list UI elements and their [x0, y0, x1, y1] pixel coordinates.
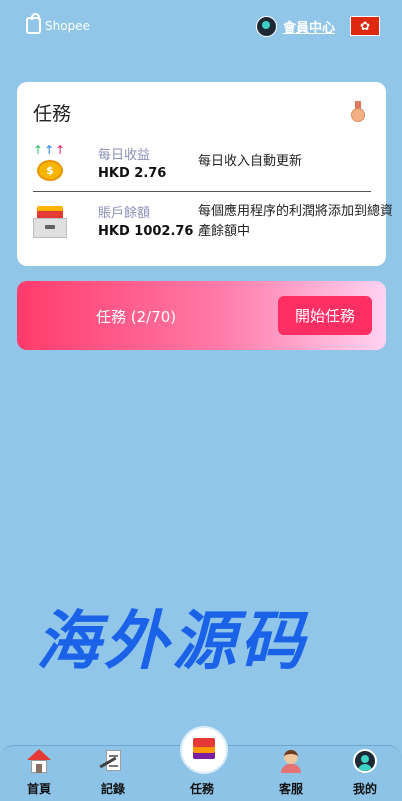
brand-name: Shopee — [45, 18, 90, 33]
account-balance-amount: HKD 1002.76 — [98, 224, 194, 239]
medal-icon — [350, 101, 366, 123]
nav-label-records: 記錄 — [100, 782, 125, 796]
nav-label-tasks: 任務 — [189, 782, 214, 796]
nav-label-customer-service: 客服 — [278, 782, 303, 796]
account-balance-label: 賬戶餘額 — [98, 206, 151, 221]
shopee-logo[interactable]: Shopee — [26, 13, 90, 34]
avatar-icon — [256, 16, 277, 37]
daily-earnings-row: ↑↑↑ $ 每日收益 HKD 2.76 每日收入自動更新 — [33, 144, 373, 189]
divider — [33, 191, 371, 192]
task-progress-text: 任務 (2/70) — [96, 308, 177, 326]
daily-earnings-amount: HKD 2.76 — [98, 166, 167, 181]
shopping-bag-icon — [26, 13, 41, 34]
task-nav-button[interactable] — [180, 726, 228, 774]
task-progress-banner: 任務 (2/70) 開始任務 — [17, 281, 386, 350]
account-balance-row: 賬戶餘額 HKD 1002.76 每個應用程序的利潤將添加到總資產餘額中 — [33, 202, 393, 250]
start-task-button[interactable]: 開始任務 — [278, 296, 372, 335]
task-card: 任務 ↑↑↑ $ 每日收益 HKD 2.76 每日收入自動更新 賬戶餘額 HKD… — [17, 82, 393, 266]
hong-kong-flag-icon[interactable]: ✿ — [350, 16, 380, 36]
nav-item-records[interactable]: 記錄 — [83, 746, 143, 801]
coin-growth-icon: ↑↑↑ $ — [33, 144, 67, 182]
record-icon — [99, 749, 125, 773]
top-header: Shopee 會員中心 ✿ — [0, 0, 402, 54]
watermark-text: 海外源码 — [36, 604, 308, 679]
member-center-label: 會員中心 — [283, 21, 336, 36]
profile-icon — [353, 749, 377, 773]
home-icon — [27, 749, 51, 773]
nav-item-customer-service[interactable]: 客服 — [261, 746, 321, 801]
task-card-title: 任務 — [33, 103, 72, 125]
nav-label-profile: 我的 — [352, 782, 377, 796]
nav-item-profile[interactable]: 我的 — [335, 746, 395, 801]
daily-earnings-label: 每日收益 — [98, 148, 151, 163]
flag-bauhinia: ✿ — [359, 19, 371, 33]
wallet-box-icon — [33, 202, 67, 240]
member-center-link[interactable]: 會員中心 — [256, 16, 335, 37]
nav-label-home: 首頁 — [26, 782, 51, 796]
account-balance-description: 每個應用程序的利潤將添加到總資產餘額中 — [198, 204, 394, 239]
nav-item-home[interactable]: 首頁 — [9, 746, 69, 801]
layers-icon — [193, 738, 215, 760]
customer-service-icon — [279, 749, 303, 773]
daily-earnings-description: 每日收入自動更新 — [198, 154, 303, 169]
